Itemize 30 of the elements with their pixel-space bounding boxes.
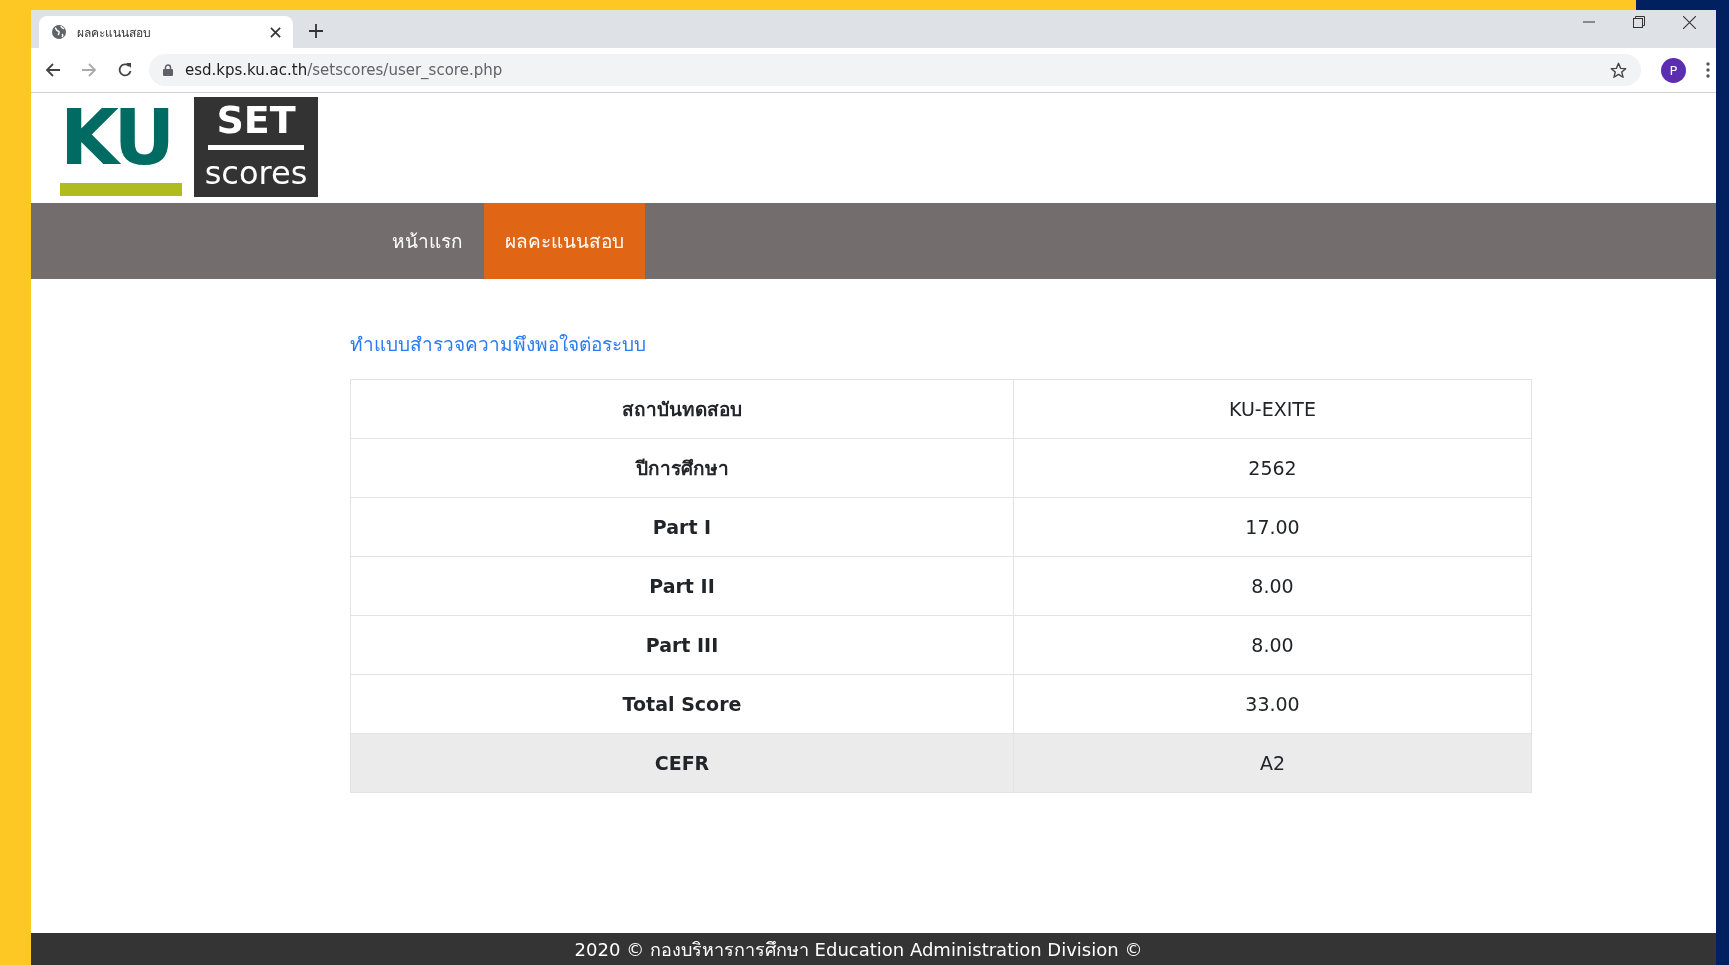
close-icon[interactable] bbox=[1683, 15, 1696, 29]
browser-tab[interactable]: ผลคะแนนสอบ bbox=[39, 16, 293, 48]
table-cell-text: 8.00 bbox=[1250, 574, 1295, 599]
table-cell: Part II bbox=[351, 557, 1014, 615]
new-tab-icon[interactable] bbox=[309, 24, 323, 38]
close-icon[interactable] bbox=[270, 26, 281, 38]
reload-icon[interactable] bbox=[117, 62, 133, 78]
menu-icon[interactable] bbox=[1706, 62, 1710, 78]
table-cell: CEFR bbox=[351, 734, 1014, 792]
table-cell-text: 17.00 bbox=[1244, 515, 1301, 540]
table-cell-text: KU-EXITE bbox=[1228, 397, 1317, 422]
table-cell-text: 2562 bbox=[1247, 456, 1298, 481]
star-icon[interactable] bbox=[1610, 61, 1627, 79]
lock-icon bbox=[163, 64, 173, 76]
profile-avatar[interactable]: P bbox=[1661, 57, 1686, 83]
restore-icon[interactable] bbox=[1633, 16, 1645, 28]
footer-text: 2020 © กองบริหารการศึกษา Education Administration Division © bbox=[574, 937, 1143, 962]
url-text: esd.kps.ku.ac.th/setscores/user_score.php bbox=[185, 61, 503, 79]
nav-link[interactable]: หน้าแรก bbox=[371, 203, 484, 279]
globe-icon bbox=[51, 24, 67, 40]
back-arrow-icon[interactable] bbox=[45, 62, 61, 78]
table-cell: Part III bbox=[351, 616, 1014, 674]
table-cell-text: A2 bbox=[1258, 751, 1287, 776]
table-cell-text: 8.00 bbox=[1250, 633, 1295, 658]
table-cell: สถาบันทดสอบ bbox=[351, 380, 1014, 438]
address-bar[interactable]: esd.kps.ku.ac.th/setscores/user_score.php bbox=[149, 54, 1641, 86]
survey-link[interactable]: ทำแบบสำรวจความพึงพอใจต่อระบบ bbox=[350, 329, 646, 359]
table-cell: ปีการศึกษา bbox=[351, 439, 1014, 497]
table-cell: Part I bbox=[351, 498, 1014, 556]
table-cell-text: 33.00 bbox=[1244, 692, 1301, 717]
